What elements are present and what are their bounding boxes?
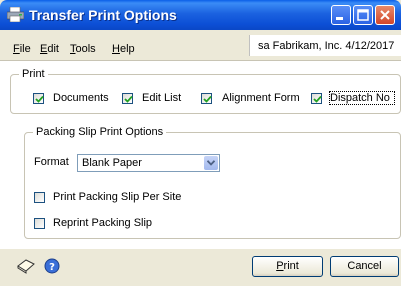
note-icon[interactable]: [16, 258, 36, 277]
menu-help[interactable]: Help: [112, 43, 135, 55]
window-title: Transfer Print Options: [29, 7, 177, 23]
alignment-form-label: Alignment Form: [222, 92, 300, 104]
dialog-content: Print Documents Edit List Alignment Form…: [0, 61, 401, 249]
dispatch-note-checkbox[interactable]: [311, 93, 322, 104]
cancel-button[interactable]: Cancel: [330, 256, 399, 277]
minimize-button[interactable]: [331, 5, 351, 25]
menu-tools[interactable]: Tools: [70, 43, 96, 55]
transfer-print-options-window: Transfer Print Options File Edit Tools H…: [0, 0, 401, 286]
edit-list-checkbox[interactable]: [122, 93, 133, 104]
dispatch-note-label: Dispatch No: [329, 91, 395, 105]
print-packing-slip-per-site-label: Print Packing Slip Per Site: [53, 191, 182, 203]
documents-checkbox[interactable]: [33, 93, 44, 104]
company-date-info: sa Fabrikam, Inc. 4/12/2017: [249, 35, 401, 56]
format-dropdown[interactable]: Blank Paper: [77, 154, 220, 172]
print-packing-slip-per-site-checkbox[interactable]: [34, 192, 45, 203]
svg-text:?: ?: [49, 262, 55, 273]
format-label: Format: [34, 156, 69, 168]
format-dropdown-value: Blank Paper: [82, 157, 142, 169]
print-button[interactable]: Print: [252, 256, 323, 277]
print-group: Print Documents Edit List Alignment Form…: [10, 68, 401, 114]
reprint-packing-slip-label: Reprint Packing Slip: [53, 217, 153, 229]
menu-file[interactable]: File: [13, 43, 31, 55]
reprint-packing-slip-checkbox[interactable]: [34, 218, 45, 229]
company-info-text: sa Fabrikam, Inc. 4/12/2017: [258, 40, 395, 52]
close-button[interactable]: [375, 5, 395, 25]
title-bar[interactable]: Transfer Print Options: [0, 0, 401, 30]
alignment-form-checkbox[interactable]: [201, 93, 212, 104]
documents-label: Documents: [53, 92, 109, 104]
edit-list-label: Edit List: [142, 92, 182, 104]
menu-edit[interactable]: Edit: [40, 43, 59, 55]
printer-options-icon: [6, 6, 25, 23]
print-group-legend: Print: [19, 68, 48, 80]
chevron-down-icon[interactable]: [204, 156, 218, 170]
packing-slip-group-legend: Packing Slip Print Options: [33, 126, 167, 138]
maximize-button[interactable]: [353, 5, 373, 25]
help-icon[interactable]: ?: [44, 258, 60, 277]
